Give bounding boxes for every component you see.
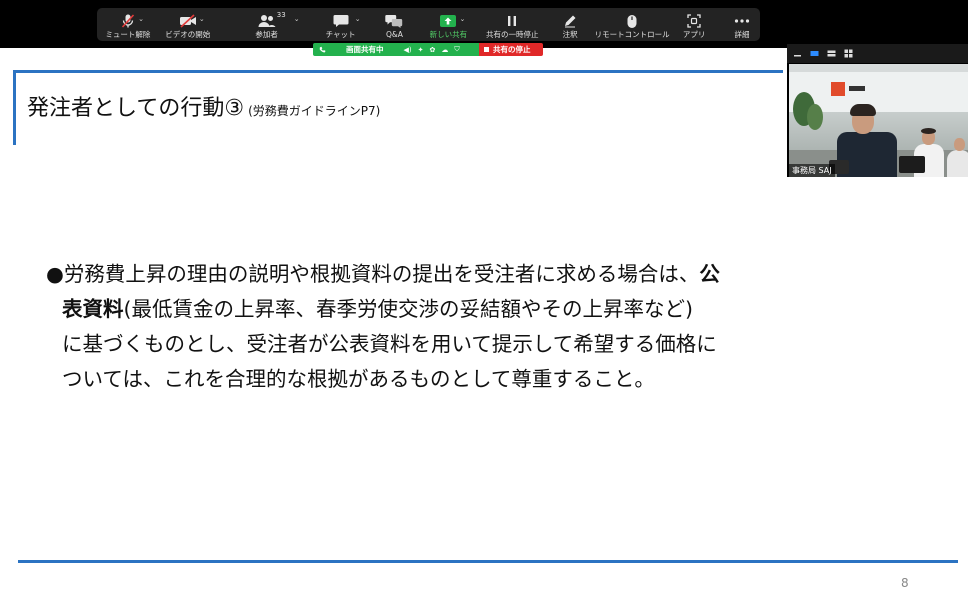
sharing-indicator[interactable]: 画面共有中 ◀) ✦ ✿ ☁ ⛉ bbox=[313, 43, 479, 56]
chevron-down-icon[interactable]: ⌄ bbox=[199, 15, 205, 23]
qa-label: Q&A bbox=[386, 30, 403, 39]
remote-control-button[interactable]: リモートコントロール bbox=[594, 8, 670, 41]
shield-icon[interactable]: ⛉ bbox=[454, 45, 459, 54]
body-line-1-text: 労務費上昇の理由の説明や根拠資料の提出を受注者に求める場合は、 bbox=[63, 262, 700, 286]
stop-share-label: 共有の停止 bbox=[493, 45, 531, 54]
participants-label: 参加者 bbox=[255, 30, 278, 39]
minimize-icon[interactable] bbox=[793, 49, 802, 58]
slide-title-main: 発注者としての行動③ bbox=[27, 96, 245, 121]
wall-logo bbox=[831, 82, 845, 96]
more-label: 詳細 bbox=[734, 30, 750, 39]
person-hair bbox=[921, 128, 936, 134]
sharing-status-text: 画面共有中 bbox=[346, 45, 384, 54]
single-view-icon[interactable] bbox=[810, 49, 819, 58]
remote-control-label: リモートコントロール bbox=[594, 30, 670, 39]
page-number: 8 bbox=[901, 576, 909, 590]
start-video-button[interactable]: ⌄ ビデオの開始 bbox=[159, 8, 217, 41]
laptop bbox=[899, 156, 925, 173]
participant-count: 33 bbox=[276, 11, 286, 19]
apps-label: アプリ bbox=[682, 30, 706, 39]
chevron-down-icon[interactable]: ⌄ bbox=[294, 15, 300, 23]
pen-icon bbox=[565, 15, 576, 28]
unmute-label: ミュート解除 bbox=[105, 30, 151, 39]
person-walk-icon[interactable]: ✦ bbox=[418, 46, 424, 54]
video-off-icon bbox=[179, 14, 196, 28]
stop-share-button[interactable]: 共有の停止 bbox=[479, 43, 543, 56]
sharing-status-bar: 画面共有中 ◀) ✦ ✿ ☁ ⛉ 共有の停止 bbox=[313, 43, 543, 56]
new-share-label: 新しい共有 bbox=[429, 30, 468, 39]
cloud-icon[interactable]: ☁ bbox=[441, 46, 448, 54]
chat-label: チャット bbox=[325, 30, 356, 39]
annotate-button[interactable]: 注釈 bbox=[558, 8, 582, 41]
slide-header-accent bbox=[13, 70, 16, 145]
slide-header-rule bbox=[13, 70, 783, 73]
chevron-down-icon[interactable]: ⌄ bbox=[355, 15, 361, 23]
speaker-icon[interactable]: ◀) bbox=[404, 46, 412, 54]
annotate-label: 注釈 bbox=[562, 30, 578, 39]
participants-icon bbox=[258, 15, 276, 27]
body-line-2-bold: 表資料 bbox=[62, 297, 124, 321]
meeting-toolbar: ⌄ ミュート解除 ⌄ ビデオの開始 33 ⌄ 参加者 ⌄ チャット Q&A ⌄ … bbox=[97, 8, 760, 41]
pause-share-label: 共有の一時停止 bbox=[486, 30, 539, 39]
qa-button[interactable]: Q&A bbox=[381, 8, 409, 41]
slide-title: 発注者としての行動③ (労務費ガイドラインP7) bbox=[27, 90, 380, 122]
plant bbox=[807, 104, 823, 130]
body-line-3: に基づくものとし、受注者が公表資料を用いて提示して希望する価格に bbox=[62, 332, 717, 356]
slide-footer-rule bbox=[18, 560, 958, 563]
slide-body: ●労務費上昇の理由の説明や根拠資料の提出を受注者に求める場合は、公 表資料(最低… bbox=[46, 257, 886, 397]
participants-button[interactable]: 33 ⌄ 参加者 bbox=[247, 8, 299, 41]
gallery-view-icon[interactable] bbox=[844, 49, 853, 58]
split-view-icon[interactable] bbox=[827, 49, 836, 58]
more-icon bbox=[734, 19, 750, 23]
phone-icon bbox=[319, 46, 326, 53]
chat-icon bbox=[333, 15, 349, 27]
person-face bbox=[954, 138, 965, 151]
slide-title-subtitle: (労務費ガイドラインP7) bbox=[248, 104, 381, 118]
apps-icon bbox=[687, 14, 701, 28]
pause-icon bbox=[508, 16, 517, 26]
video-panel-header bbox=[787, 44, 968, 63]
chat-button[interactable]: ⌄ チャット bbox=[323, 8, 361, 41]
participant-name-label: 事務局 SAJ bbox=[789, 164, 835, 177]
more-button[interactable]: 詳細 bbox=[730, 8, 754, 41]
video-panel[interactable]: 事務局 SAJ bbox=[787, 44, 968, 177]
mic-muted-icon bbox=[121, 14, 135, 28]
wall-sign bbox=[849, 86, 865, 91]
share-up-icon bbox=[440, 15, 457, 27]
new-share-button[interactable]: ⌄ 新しい共有 bbox=[428, 8, 468, 41]
bullet: ● bbox=[46, 262, 64, 286]
pause-share-button[interactable]: 共有の一時停止 bbox=[482, 8, 542, 41]
person-hair bbox=[850, 104, 876, 116]
unmute-button[interactable]: ⌄ ミュート解除 bbox=[103, 8, 153, 41]
chevron-down-icon[interactable]: ⌄ bbox=[460, 15, 466, 23]
start-video-label: ビデオの開始 bbox=[165, 30, 211, 39]
body-line-4: ついては、これを合理的な根拠があるものとして尊重すること。 bbox=[62, 367, 655, 391]
qa-icon bbox=[385, 15, 403, 28]
participant-video bbox=[789, 64, 968, 177]
body-line-2: 表資料(最低賃金の上昇率、春季労使交渉の妥結額やその上昇率など) bbox=[46, 292, 886, 327]
chevron-down-icon[interactable]: ⌄ bbox=[138, 15, 144, 23]
stop-square-icon bbox=[484, 47, 489, 52]
mouse-icon bbox=[627, 14, 637, 28]
person-body bbox=[947, 150, 968, 177]
body-line-1-bold: 公 bbox=[699, 262, 720, 286]
body-line-2-text: (最低賃金の上昇率、春季労使交渉の妥結額やその上昇率など) bbox=[123, 297, 694, 321]
apps-button[interactable]: アプリ bbox=[682, 8, 706, 41]
accessibility-icon[interactable]: ✿ bbox=[430, 46, 436, 54]
body-line-1: ●労務費上昇の理由の説明や根拠資料の提出を受注者に求める場合は、公 bbox=[46, 257, 886, 292]
